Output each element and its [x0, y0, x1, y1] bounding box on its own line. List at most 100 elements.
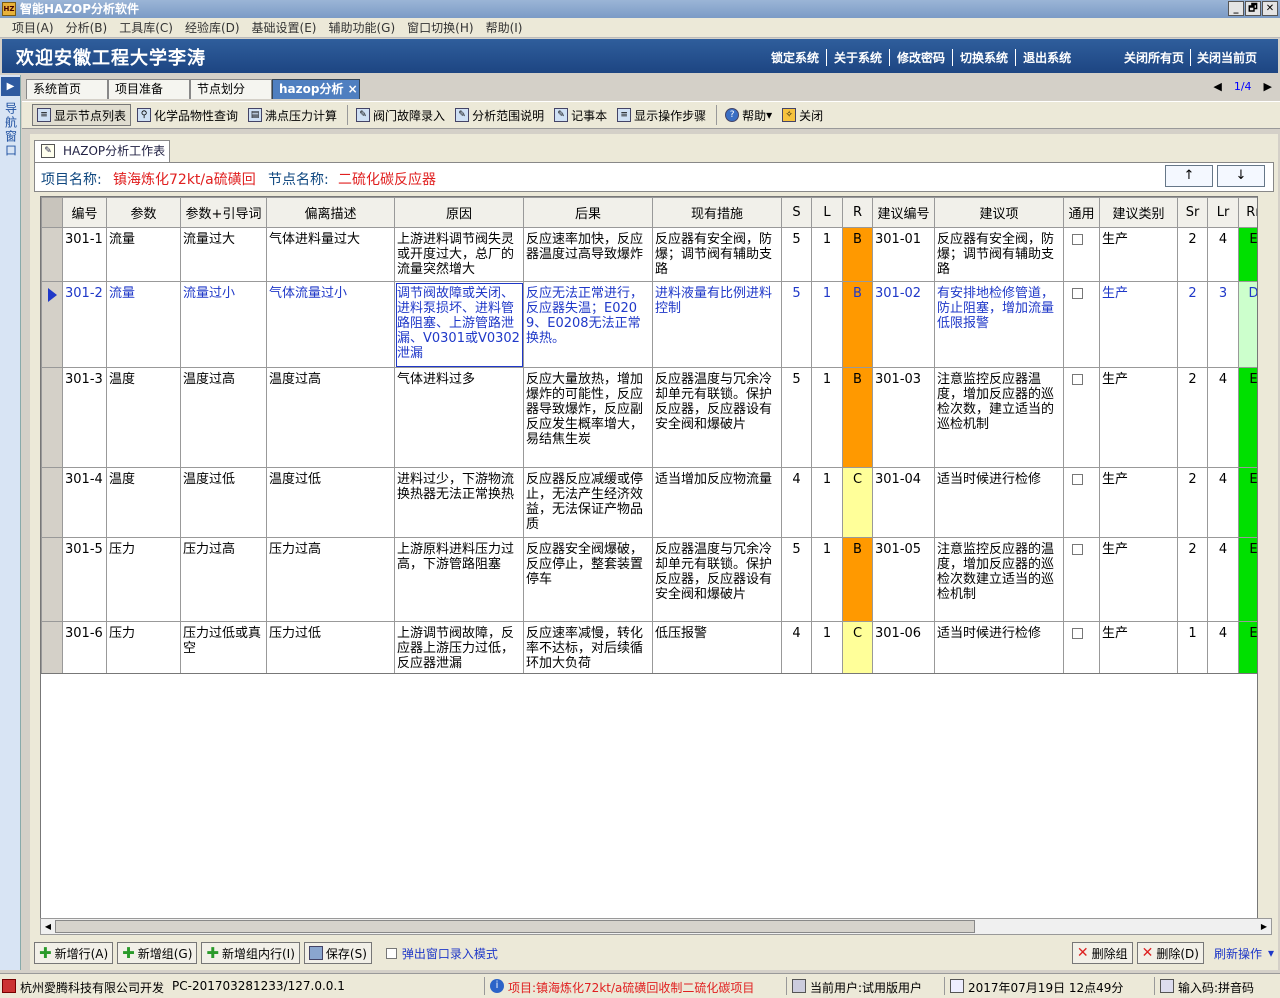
minimize-button[interactable]: _	[1228, 1, 1244, 16]
save-button[interactable]: 保存(S)	[303, 942, 372, 964]
column-header[interactable]: 建议类别	[1099, 197, 1178, 228]
about-system-link[interactable]: 关于系统	[827, 49, 891, 66]
cell-l[interactable]: 1	[811, 367, 843, 468]
cell-deviation[interactable]: 气体流量过小	[266, 281, 395, 368]
nav-sidebar[interactable]: ▶ 导航窗口	[0, 75, 21, 970]
cell-general[interactable]	[1063, 367, 1100, 468]
cell-category[interactable]: 生产	[1099, 281, 1178, 368]
cell-cause[interactable]: 进料过少，下游物流换热器无法正常换热	[394, 467, 524, 538]
cell-suggestion-id[interactable]: 301-04	[872, 467, 935, 538]
cell-param[interactable]: 压力	[106, 537, 181, 622]
cell-r[interactable]: B	[842, 227, 873, 282]
move-up-button[interactable]: ↑	[1165, 165, 1213, 187]
pager-prev-icon[interactable]: ◀	[1213, 80, 1221, 93]
cell-measure[interactable]: 反应器温度与冗余冷却单元有联锁。保护反应器，反应器设有安全阀和爆破片	[652, 537, 782, 622]
cell-consequence[interactable]: 反应无法正常进行，反应器失温；E0209、E0208无法正常换热。	[523, 281, 653, 368]
cell-param[interactable]: 流量	[106, 281, 181, 368]
cell-r[interactable]: B	[842, 537, 873, 622]
cell-suggestion-id[interactable]: 301-03	[872, 367, 935, 468]
cell-measure[interactable]: 适当增加反应物流量	[652, 467, 782, 538]
column-header[interactable]: S	[781, 197, 812, 228]
cell-consequence[interactable]: 反应器反应减缓或停止，无法产生经济效益，无法保证产物品质	[523, 467, 653, 538]
cell-s[interactable]: 5	[781, 227, 812, 282]
pager-next-icon[interactable]: ▶	[1264, 80, 1272, 93]
cell-deviation[interactable]: 温度过高	[266, 367, 395, 468]
cell-general[interactable]	[1063, 621, 1100, 673]
cell-r[interactable]: C	[842, 467, 873, 538]
cell-general[interactable]	[1063, 281, 1100, 368]
column-header[interactable]: L	[811, 197, 843, 228]
table-row[interactable]: 301-1 流量 流量过大 气体进料量过大 上游进料调节阀失灵或开度过大，总厂的流量突然…	[41, 227, 1257, 282]
checkbox-icon[interactable]	[385, 947, 397, 959]
cell-general[interactable]	[1063, 467, 1100, 538]
table-row[interactable]: 301-6 压力 压力过低或真空 压力过低 上游调节阀故障，反应器上游压力过低，反应器泄…	[41, 621, 1257, 673]
cell-param[interactable]: 压力	[106, 621, 181, 673]
cell-general[interactable]	[1063, 227, 1100, 282]
column-header[interactable]: 后果	[523, 197, 653, 228]
cell-category[interactable]: 生产	[1099, 537, 1178, 622]
menu-analysis[interactable]: 分析(B)	[60, 19, 114, 36]
cell-r[interactable]: B	[842, 281, 873, 368]
table-row[interactable]: 301-3 温度 温度过高 温度过高 气体进料过多 反应大量放热，增加爆炸的可能性，反应器…	[41, 367, 1257, 468]
column-header[interactable]: 建议编号	[872, 197, 935, 228]
cell-guideword[interactable]: 压力过低或真空	[180, 621, 267, 673]
cell-l[interactable]: 1	[811, 621, 843, 673]
cell-sr[interactable]: 2	[1177, 281, 1208, 368]
cell-rr[interactable]: E	[1238, 227, 1257, 282]
table-row[interactable]: 301-5 压力 压力过高 压力过高 上游原料进料压力过高，下游管路阻塞 反应器安全阀爆破…	[41, 537, 1257, 622]
cell-lr[interactable]: 4	[1207, 621, 1239, 673]
cell-suggestion[interactable]: 有安排地检修管道，防止阻塞，增加流量低限报警	[934, 281, 1064, 368]
cell-general[interactable]	[1063, 537, 1100, 622]
table-row[interactable]: 301-4 温度 温度过低 温度过低 进料过少，下游物流换热器无法正常换热 反应器反应减缓…	[41, 467, 1257, 538]
cell-suggestion[interactable]: 注意监控反应器的温度，增加反应器的巡检次数建立适当的巡检机制	[934, 537, 1064, 622]
cell-lr[interactable]: 4	[1207, 467, 1239, 538]
cell-r[interactable]: B	[842, 367, 873, 468]
cell-consequence[interactable]: 反应大量放热，增加爆炸的可能性，反应器导致爆炸，反应副反应发生概率增大，易结焦生…	[523, 367, 653, 468]
row-indicator[interactable]	[41, 467, 63, 538]
add-row-button[interactable]: ✚ 新增行(A)	[34, 942, 114, 964]
cell-guideword[interactable]: 温度过低	[180, 467, 267, 538]
cell-suggestion-id[interactable]: 301-06	[872, 621, 935, 673]
checkbox-icon[interactable]	[1072, 544, 1083, 555]
cell-param[interactable]: 温度	[106, 367, 181, 468]
valve-fault-entry-button[interactable]: ✎ 阀门故障录入	[352, 104, 449, 126]
column-header[interactable]: Rr	[1238, 197, 1257, 228]
cell-rr[interactable]: E	[1238, 367, 1257, 468]
cell-l[interactable]: 1	[811, 281, 843, 368]
cell-suggestion[interactable]: 注意监控反应器温度，增加反应器的巡检次数，建立适当的巡检机制	[934, 367, 1064, 468]
tab-hazop-analysis[interactable]: hazop分析 ×	[272, 79, 360, 99]
cell-deviation[interactable]: 压力过高	[266, 537, 395, 622]
cell-cause[interactable]: 气体进料过多	[394, 367, 524, 468]
delete-button[interactable]: ✕ 删除(D)	[1136, 942, 1204, 964]
tab-close-icon[interactable]: ×	[348, 82, 358, 96]
cell-suggestion-id[interactable]: 301-01	[872, 227, 935, 282]
cell-sr[interactable]: 2	[1177, 367, 1208, 468]
close-tool-button[interactable]: ✧ 关闭	[778, 104, 827, 126]
cell-measure[interactable]: 反应器温度与冗余冷却单元有联锁。保护反应器，反应器设有安全阀和爆破片	[652, 367, 782, 468]
add-group-button[interactable]: ✚ 新增组(G)	[117, 942, 198, 964]
nav-expand-icon[interactable]: ▶	[1, 77, 20, 96]
cell-r[interactable]: C	[842, 621, 873, 673]
column-header[interactable]: 编号	[62, 197, 107, 228]
column-header[interactable]: 建议项	[934, 197, 1064, 228]
cell-id[interactable]: 301-5	[62, 537, 107, 622]
column-header[interactable]: 参数	[106, 197, 181, 228]
cell-suggestion[interactable]: 反应器有安全阀，防爆；调节阀有辅助支路	[934, 227, 1064, 282]
row-indicator[interactable]	[41, 367, 63, 468]
cell-rr[interactable]: E	[1238, 621, 1257, 673]
lock-system-link[interactable]: 锁定系统	[764, 49, 828, 66]
row-indicator[interactable]	[41, 537, 63, 622]
cell-id[interactable]: 301-1	[62, 227, 107, 282]
cell-lr[interactable]: 4	[1207, 537, 1239, 622]
cell-guideword[interactable]: 压力过高	[180, 537, 267, 622]
checkbox-icon[interactable]	[1072, 288, 1083, 299]
cell-sr[interactable]: 1	[1177, 621, 1208, 673]
cell-s[interactable]: 4	[781, 621, 812, 673]
cell-l[interactable]: 1	[811, 537, 843, 622]
boiling-pressure-calc-button[interactable]: ▤ 沸点压力计算	[244, 104, 341, 126]
checkbox-icon[interactable]	[1072, 474, 1083, 485]
cell-category[interactable]: 生产	[1099, 227, 1178, 282]
cell-category[interactable]: 生产	[1099, 621, 1178, 673]
scroll-thumb[interactable]	[55, 920, 975, 933]
column-header[interactable]: 参数+引导词	[180, 197, 267, 228]
